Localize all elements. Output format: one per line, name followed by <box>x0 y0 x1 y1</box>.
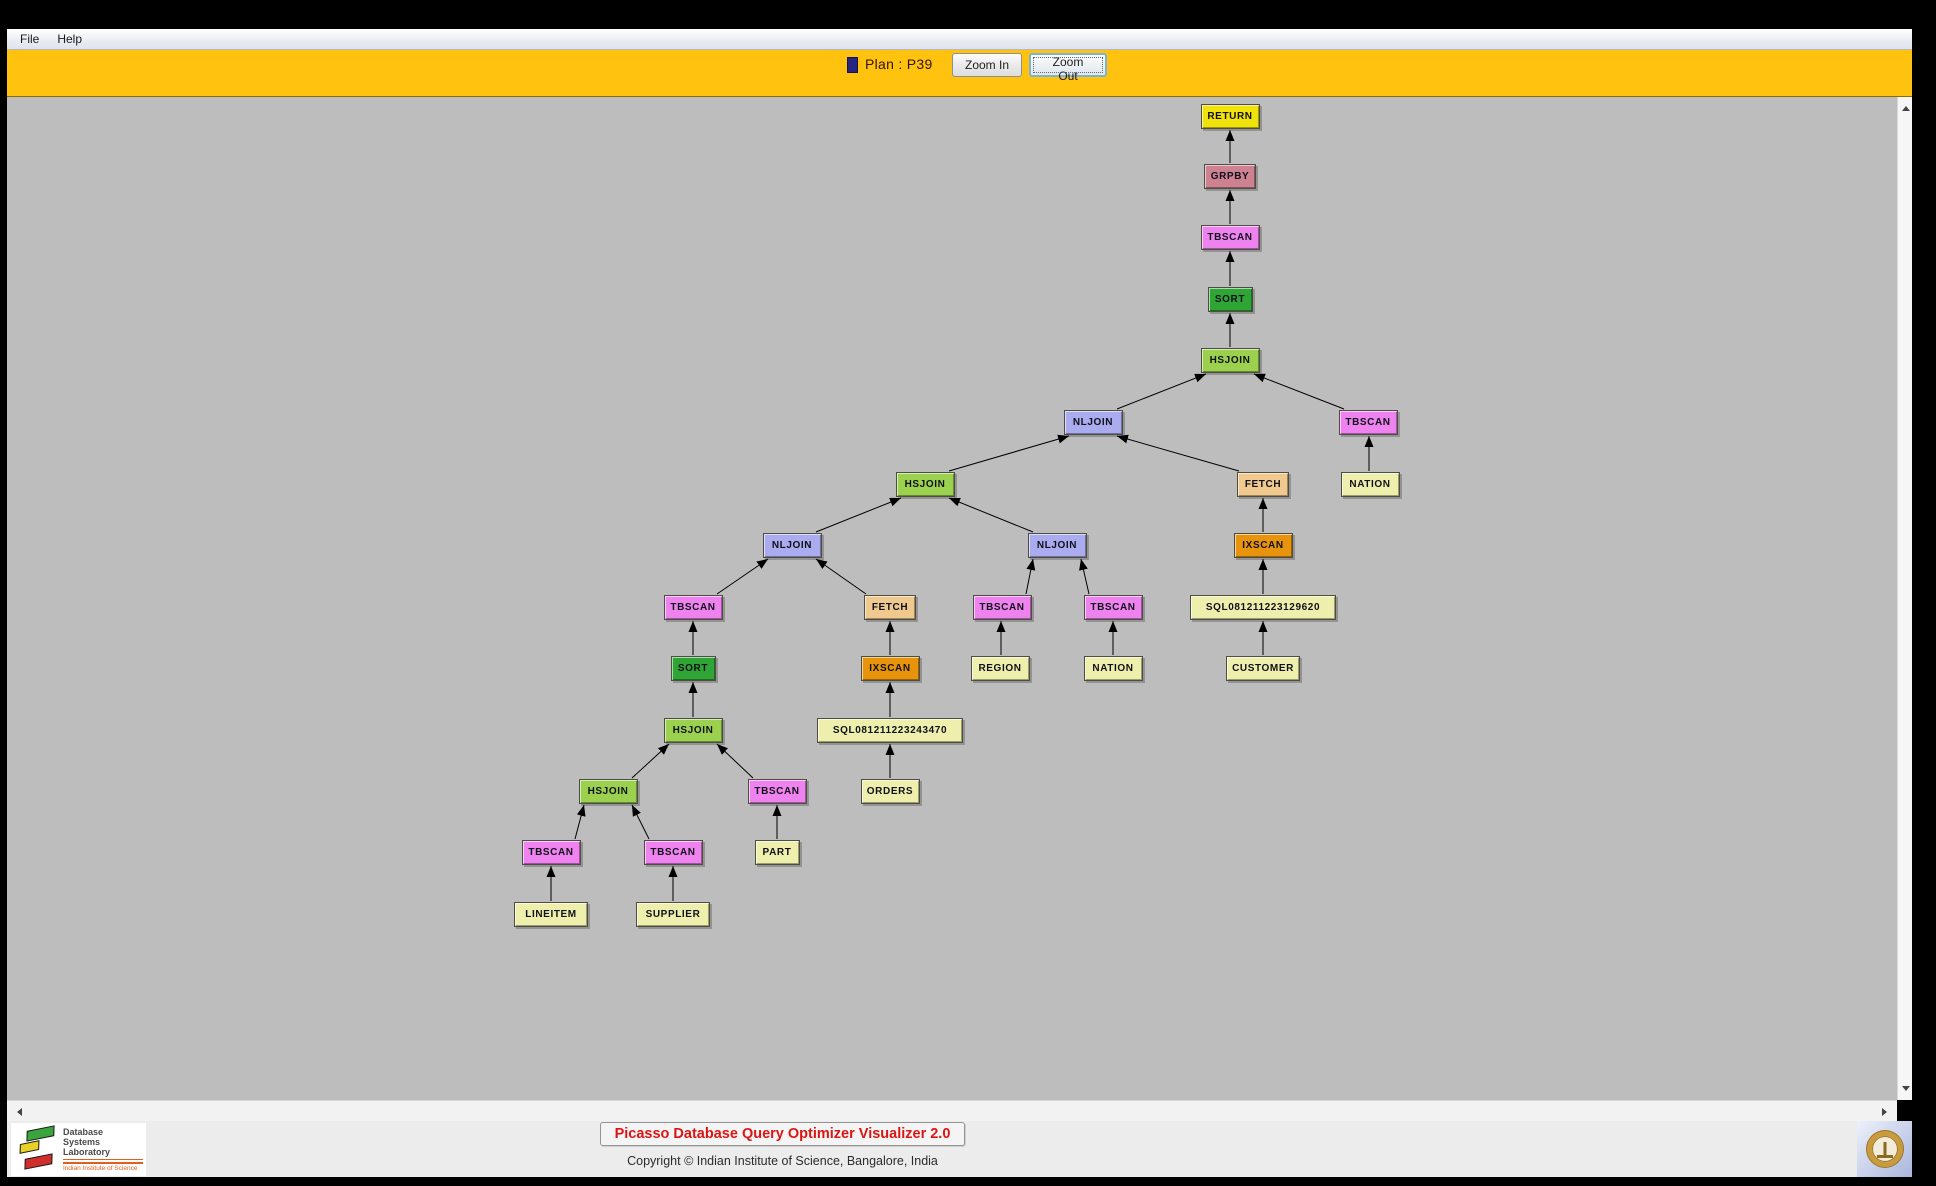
scroll-right-icon[interactable] <box>1882 1108 1887 1116</box>
lego-brick-green-icon <box>26 1125 55 1142</box>
tree-node-supplier[interactable]: SUPPLIER <box>636 902 710 927</box>
tree-node-tbscan[interactable]: TBSCAN <box>972 595 1032 620</box>
app-title: Picasso Database Query Optimizer Visuali… <box>614 1126 951 1142</box>
tree-edge <box>815 497 902 533</box>
tree-node-ixscan[interactable]: IXSCAN <box>1233 533 1293 558</box>
tree-node-hsjoin[interactable]: HSJOIN <box>1200 348 1260 373</box>
tree-edge <box>815 558 867 595</box>
dsl-logo-divider <box>63 1159 143 1161</box>
tree-edge <box>1116 434 1240 472</box>
iisc-emblem-base <box>1876 1155 1893 1158</box>
tree-node-tbscan[interactable]: TBSCAN <box>1083 595 1143 620</box>
plan-tree-edges <box>546 130 1374 901</box>
plan-canvas: RETURN GRPBY TBSCAN SORT HSJOIN NLJOIN TBSCAN N… <box>7 97 1897 1100</box>
tree-node-tbscan[interactable]: TBSCAN <box>1200 225 1260 250</box>
tree-node-region[interactable]: REGION <box>970 656 1030 681</box>
dsl-logo-line3: Laboratory <box>63 1147 111 1157</box>
plan-label: Plan : P39 <box>865 56 933 72</box>
lego-brick-red-icon <box>24 1153 53 1170</box>
app-window: File Help Plan : P39 Zoom In Zoom Out RE… <box>0 0 1936 1186</box>
tree-node-return[interactable]: RETURN <box>1200 104 1260 129</box>
tree-node-nljoin[interactable]: NLJOIN <box>1063 410 1123 435</box>
tree-node-tbscan[interactable]: TBSCAN <box>643 840 703 865</box>
scroll-left-icon[interactable] <box>17 1108 22 1116</box>
tree-edge <box>631 743 670 779</box>
menu-item-help[interactable]: Help <box>50 31 89 47</box>
tree-node-tbscan[interactable]: TBSCAN <box>521 840 581 865</box>
app-title-box: Picasso Database Query Optimizer Visuali… <box>600 1122 965 1146</box>
scroll-down-icon[interactable] <box>1902 1086 1910 1091</box>
tree-node-grpby[interactable]: GRPBY <box>1204 164 1256 189</box>
dsl-logo-line2: Systems <box>63 1137 101 1147</box>
zoom-in-button[interactable]: Zoom In <box>952 53 1022 77</box>
tree-node-lineitem[interactable]: LINEITEM <box>514 902 588 927</box>
tree-node-fetch[interactable]: FETCH <box>1237 472 1289 497</box>
menu-bar: File Help <box>7 29 1912 50</box>
vertical-scrollbar[interactable] <box>1897 97 1912 1100</box>
tree-node-hsjoin[interactable]: HSJOIN <box>578 779 638 804</box>
tree-node-fetch[interactable]: FETCH <box>864 595 916 620</box>
tree-node-nljoin[interactable]: NLJOIN <box>762 533 822 558</box>
tree-node-customer[interactable]: CUSTOMER <box>1226 656 1300 681</box>
tree-node-sort[interactable]: SORT <box>1207 287 1253 312</box>
footer-bar: Database Systems Laboratory Indian Insti… <box>7 1121 1912 1177</box>
plan-color-chip-icon <box>847 57 858 73</box>
dsl-logo-line1: Database <box>63 1127 104 1137</box>
tree-node-sql081211223243470[interactable]: SQL081211223243470 <box>817 718 963 743</box>
tree-edge <box>716 743 754 779</box>
dsl-logo: Database Systems Laboratory Indian Insti… <box>11 1123 146 1176</box>
scroll-up-icon[interactable] <box>1902 106 1910 111</box>
tree-node-hsjoin[interactable]: HSJOIN <box>895 472 955 497</box>
tree-edge <box>948 497 1034 533</box>
tree-node-sql081211223129620[interactable]: SQL081211223129620 <box>1190 595 1336 620</box>
copyright-text: Copyright © Indian Institute of Science,… <box>627 1154 938 1168</box>
tree-edge <box>948 434 1070 472</box>
tree-node-hsjoin[interactable]: HSJOIN <box>663 718 723 743</box>
tree-node-tbscan[interactable]: TBSCAN <box>663 595 723 620</box>
tree-node-tbscan[interactable]: TBSCAN <box>1338 410 1398 435</box>
zoom-out-button[interactable]: Zoom Out <box>1029 53 1107 83</box>
dsl-logo-subtitle: Indian Institute of Science <box>63 1165 138 1172</box>
tree-edge <box>574 804 586 840</box>
tree-edge <box>1025 558 1036 595</box>
iisc-emblem-icon <box>1857 1121 1912 1177</box>
tree-node-nation[interactable]: NATION <box>1083 656 1143 681</box>
iisc-emblem-ring <box>1866 1131 1903 1167</box>
menu-item-file[interactable]: File <box>13 31 46 47</box>
toolbar: Plan : P39 Zoom In Zoom Out <box>7 50 1912 97</box>
tree-node-ixscan[interactable]: IXSCAN <box>860 656 920 681</box>
tree-edge <box>1253 373 1345 410</box>
tree-edge <box>1116 373 1207 410</box>
tree-edge <box>631 804 650 840</box>
tree-node-sort[interactable]: SORT <box>670 656 716 681</box>
tree-node-nation[interactable]: NATION <box>1340 472 1400 497</box>
dsl-logo-text: Database Systems Laboratory <box>63 1127 110 1157</box>
tree-node-nljoin[interactable]: NLJOIN <box>1027 533 1087 558</box>
tree-edge <box>716 558 769 595</box>
tree-node-part[interactable]: PART <box>754 840 800 865</box>
horizontal-scrollbar[interactable] <box>7 1100 1897 1121</box>
tree-node-tbscan[interactable]: TBSCAN <box>747 779 807 804</box>
tree-node-orders[interactable]: ORDERS <box>860 779 920 804</box>
lego-brick-yellow-icon <box>19 1140 40 1154</box>
tree-edge <box>1079 558 1090 595</box>
